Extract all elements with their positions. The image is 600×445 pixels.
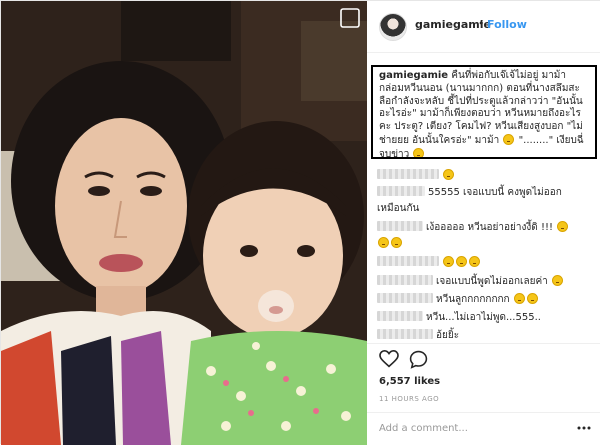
comment-1 [377,169,455,182]
neutral-face-icon [503,133,515,145]
comment-text: 55555 เจอแบบนี้ คงพูดไม่ออก [428,187,562,198]
scream-face-icon [557,221,569,232]
comment-4 [377,256,481,269]
comment-text: อ้ยยิ้ะ [436,330,460,341]
comment-2-cont: เหมือนกัน [377,202,419,215]
post-actions [367,343,600,370]
likes-count[interactable]: 6,557 likes [379,376,440,387]
blurred-username[interactable] [377,169,439,179]
add-comment-bar [367,412,600,445]
instagram-post: gamiegamie • Follow gamiegamie คืนที่พ่อ… [0,0,600,445]
cry-face-icon [513,293,525,304]
post-side-panel: gamiegamie • Follow gamiegamie คืนที่พ่อ… [367,1,600,445]
blurred-username[interactable] [377,329,433,339]
add-comment-input[interactable] [377,422,571,435]
more-options-icon[interactable] [577,426,591,430]
caption-username[interactable]: gamiegamie [379,70,448,81]
sweat-face-icon [413,147,425,157]
comment-2: 55555 เจอแบบนี้ คงพูดไม่ออก [377,186,562,199]
comment-text: หวีน...ไม่เอาไม่พูด...555.. [426,312,541,323]
scream-face-icon [378,237,389,248]
sweat-face-icon [551,275,563,286]
heart-icon[interactable] [379,350,399,368]
weary-face-icon [443,169,454,180]
blurred-username[interactable] [377,256,439,266]
comment-3: เง้อออออ หวีนอย่าอย่างงี้ดิ !!! [377,221,569,234]
caption-highlight-box: gamiegamie คืนที่พ่อกับเจ๊เจ้ไม่อยู่ มาม… [371,65,597,159]
scream-face-icon [391,237,402,248]
comment-text: หวีนลูกกกกกกกก [436,294,510,305]
blurred-username[interactable] [377,311,423,321]
photo-illustration [1,1,367,445]
header-separator: • [478,17,485,30]
post-header: gamiegamie • Follow [367,1,600,53]
comment-text: เง้อออออ หวีนอย่าอย่างงี้ดิ !!! [426,222,553,233]
post-timestamp[interactable]: 11 HOURS AGO [379,395,439,403]
blurred-username[interactable] [377,221,423,231]
comment-bubble-icon[interactable] [409,350,428,369]
profile-avatar-icon[interactable] [379,13,407,41]
comment-6: หวีนลูกกกกกกกก [377,293,539,306]
grin-face-icon [443,256,454,267]
blurred-username[interactable] [377,275,433,285]
comment-8: อ้ยยิ้ะ [377,329,459,342]
blurred-username[interactable] [377,293,433,303]
blurred-username[interactable] [377,186,425,196]
follow-button[interactable]: Follow [487,18,527,31]
comment-3-cont [377,237,403,250]
comment-5: เจอแบบนี้พูดไม่ออกเลยค่า [377,275,564,288]
grin-face-icon [456,256,467,267]
comment-7: หวีน...ไม่เอาไม่พูด...555.. [377,311,541,324]
comment-text: เจอแบบนี้พูดไม่ออกเลยค่า [436,276,548,287]
cry-face-icon [526,293,538,304]
post-photo[interactable] [1,1,367,445]
grin-face-icon [469,256,480,267]
comment-text: เหมือนกัน [377,203,420,214]
